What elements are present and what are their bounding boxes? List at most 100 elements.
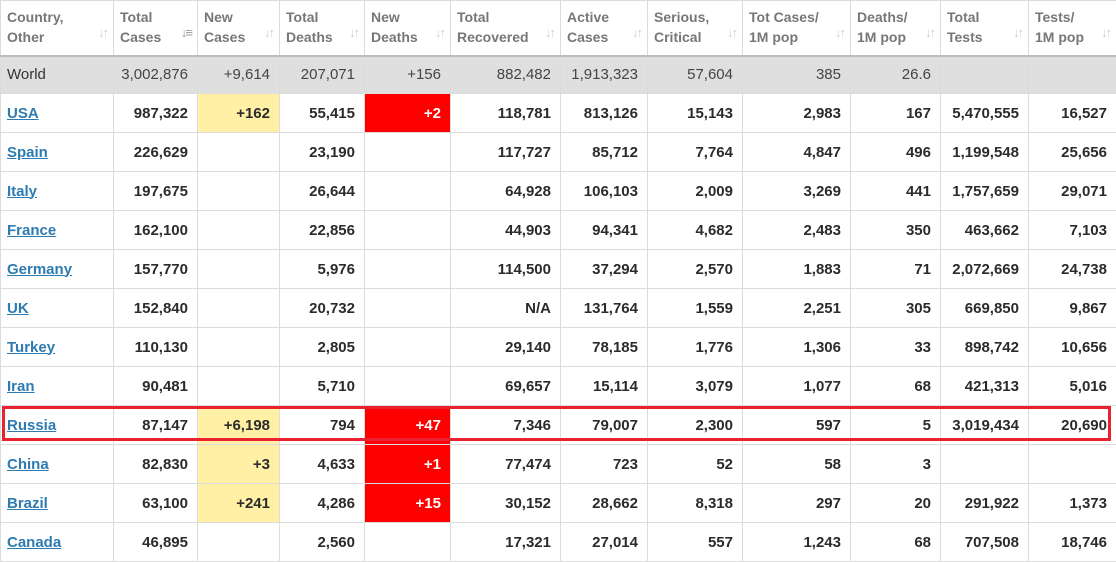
column-header-label: Tot Cases/ (749, 9, 819, 25)
country-link[interactable]: Italy (7, 183, 37, 200)
cell-deaths-per-1m: 5 (850, 405, 941, 445)
cell-total-cases: 82,830 (113, 444, 198, 484)
column-header-label: Critical (654, 29, 702, 45)
column-header-label: 1M pop (749, 29, 798, 45)
cell-serious-critical: 57,604 (647, 55, 743, 94)
cell-total-cases: 152,840 (113, 288, 198, 328)
sort-arrows-icon[interactable]: ↓↑ (435, 23, 446, 43)
sort-arrows-icon[interactable]: ↓↑ (264, 23, 275, 43)
table-row-highlighted: Russia 87,147 +6,198 794 +47 7,346 79,007 2,300… (0, 405, 1116, 445)
cell-country: Iran (0, 366, 114, 406)
cell-tests-per-1m: 5,016 (1028, 366, 1116, 406)
cell-active-cases: 37,294 (560, 249, 648, 289)
cell-serious-critical: 52 (647, 444, 743, 484)
cell-tests-per-1m: 18,746 (1028, 522, 1116, 562)
cell-active-cases: 723 (560, 444, 648, 484)
sort-arrows-icon[interactable]: ↓↑ (632, 23, 643, 43)
column-header-total-deaths[interactable]: Total Deaths ↓↑ (279, 0, 365, 57)
cell-deaths-per-1m: 20 (850, 483, 941, 523)
cell-tot-cases-per-1m: 4,847 (742, 132, 851, 172)
country-link[interactable]: France (7, 222, 56, 239)
column-header-label: Cases (567, 29, 609, 45)
cell-new-cases: +9,614 (197, 55, 280, 94)
column-header-label: Cases (120, 29, 162, 45)
country-link[interactable]: Germany (7, 261, 72, 278)
cell-total-deaths: 794 (279, 405, 365, 445)
column-header-new-cases[interactable]: New Cases ↓↑ (197, 0, 280, 57)
country-link[interactable]: Iran (7, 378, 35, 395)
cell-active-cases: 78,185 (560, 327, 648, 367)
cell-tot-cases-per-1m: 2,483 (742, 210, 851, 250)
column-header-tot-cases-per-1m[interactable]: Tot Cases/1M pop ↓↑ (742, 0, 851, 57)
column-header-active-cases[interactable]: Active Cases ↓↑ (560, 0, 648, 57)
cell-total-tests: 291,922 (940, 483, 1029, 523)
cell-country: Turkey (0, 327, 114, 367)
column-header-serious-critical[interactable]: Serious, Critical ↓↑ (647, 0, 743, 57)
column-header-total-tests[interactable]: Total Tests ↓↑ (940, 0, 1029, 57)
cell-new-deaths: +1 (364, 444, 451, 484)
cell-tot-cases-per-1m: 2,251 (742, 288, 851, 328)
cell-total-tests: 5,470,555 (940, 93, 1029, 133)
country-link[interactable]: Canada (7, 534, 61, 551)
cell-serious-critical: 557 (647, 522, 743, 562)
cell-deaths-per-1m: 26.6 (850, 55, 941, 94)
country-link[interactable]: Turkey (7, 339, 55, 356)
cell-new-deaths (364, 249, 451, 289)
column-header-tests-per-1m[interactable]: Tests/1M pop ↓↑ (1028, 0, 1116, 57)
cell-total-recovered: 29,140 (450, 327, 561, 367)
cell-tests-per-1m: 29,071 (1028, 171, 1116, 211)
country-link[interactable]: UK (7, 300, 29, 317)
sort-arrows-icon[interactable]: ↓↑ (727, 23, 738, 43)
cell-total-deaths: 55,415 (279, 93, 365, 133)
cell-tot-cases-per-1m: 1,306 (742, 327, 851, 367)
column-header-deaths-per-1m[interactable]: Deaths/1M pop ↓↑ (850, 0, 941, 57)
cell-total-cases: 226,629 (113, 132, 198, 172)
cell-total-tests: 1,757,659 (940, 171, 1029, 211)
column-header-total-cases[interactable]: Total Cases ↓≡ (113, 0, 198, 57)
column-header-total-recovered[interactable]: Total Recovered ↓↑ (450, 0, 561, 57)
sort-arrows-icon[interactable]: ↓↑ (1013, 23, 1024, 43)
sort-arrows-icon[interactable]: ↓↑ (349, 23, 360, 43)
column-header-label: Tests/ (1035, 9, 1075, 25)
cell-active-cases: 94,341 (560, 210, 648, 250)
country-link[interactable]: Russia (7, 417, 56, 434)
cell-total-cases: 987,322 (113, 93, 198, 133)
cell-total-deaths: 2,560 (279, 522, 365, 562)
world-total-row: World 3,002,876 +9,614 207,071 +156 882,482 1,… (0, 55, 1116, 94)
column-header-country[interactable]: Country, Other ↓↑ (0, 0, 114, 57)
header-row: Country, Other ↓↑ Total Cases ↓≡ New Cases ↓↑ Tot… (0, 0, 1116, 57)
cell-serious-critical: 1,559 (647, 288, 743, 328)
sort-arrows-icon[interactable]: ↓↑ (925, 23, 936, 43)
cell-new-deaths (364, 132, 451, 172)
cell-deaths-per-1m: 71 (850, 249, 941, 289)
cell-total-tests: 421,313 (940, 366, 1029, 406)
cell-total-tests: 1,199,548 (940, 132, 1029, 172)
country-link[interactable]: China (7, 456, 49, 473)
cell-new-deaths: +47 (364, 405, 451, 445)
cell-active-cases: 813,126 (560, 93, 648, 133)
country-link[interactable]: Spain (7, 144, 48, 161)
sort-arrows-icon[interactable]: ↓↑ (98, 23, 109, 43)
cell-country: Canada (0, 522, 114, 562)
cell-tests-per-1m (1028, 444, 1116, 484)
column-header-new-deaths[interactable]: New Deaths ↓↑ (364, 0, 451, 57)
cell-tests-per-1m (1028, 55, 1116, 94)
cell-total-deaths: 22,856 (279, 210, 365, 250)
country-link[interactable]: USA (7, 105, 39, 122)
cell-total-cases: 90,481 (113, 366, 198, 406)
cell-new-deaths (364, 327, 451, 367)
cell-serious-critical: 4,682 (647, 210, 743, 250)
cell-deaths-per-1m: 33 (850, 327, 941, 367)
cell-tot-cases-per-1m: 597 (742, 405, 851, 445)
cell-total-recovered: 69,657 (450, 366, 561, 406)
column-header-label: Serious, (654, 9, 710, 25)
cell-new-cases (197, 288, 280, 328)
sort-arrows-icon[interactable]: ↓↑ (1101, 23, 1112, 43)
sort-arrows-icon[interactable]: ↓↑ (835, 23, 846, 43)
cell-new-deaths: +2 (364, 93, 451, 133)
sort-arrows-icon[interactable]: ↓↑ (545, 23, 556, 43)
cell-new-cases (197, 249, 280, 289)
sort-arrows-icon[interactable]: ↓≡ (181, 23, 193, 43)
country-link[interactable]: Brazil (7, 495, 48, 512)
column-header-label: Country, (7, 9, 64, 25)
